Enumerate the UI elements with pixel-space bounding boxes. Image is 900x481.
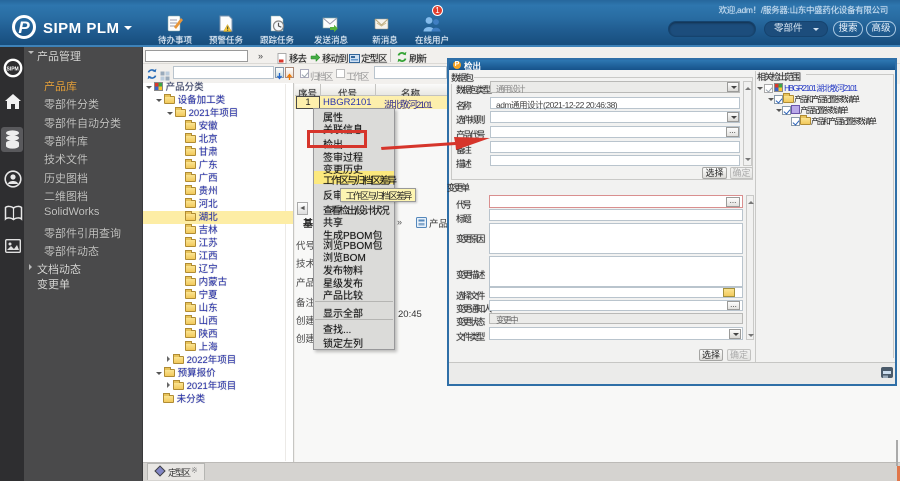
svg-text:SIPM: SIPM (7, 67, 19, 73)
